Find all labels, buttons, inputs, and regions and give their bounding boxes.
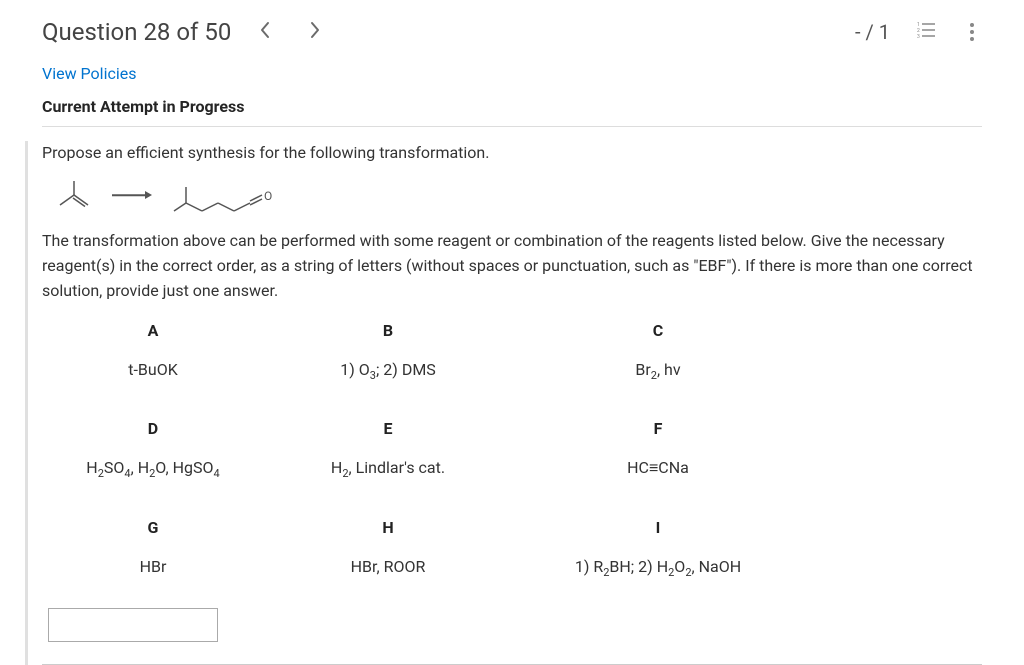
- reagent-formula: Br2, hv: [518, 360, 798, 379]
- reagent-C: C Br2, hv: [518, 321, 798, 379]
- header-bar: Question 28 of 50 - / 1 1 2 3: [0, 0, 1024, 64]
- reagent-D: D H2SO4, H2O, HgSO4: [48, 419, 258, 478]
- reagent-A: A t-BuOK: [48, 321, 258, 379]
- attempt-status: Current Attempt in Progress: [42, 97, 982, 116]
- header-right: - / 1 1 2 3: [855, 20, 982, 44]
- reagent-letter: I: [518, 518, 798, 537]
- question-prompt: Propose an efficient synthesis for the f…: [42, 141, 982, 165]
- reagent-formula: HBr, ROOR: [258, 557, 518, 576]
- svg-text:O: O: [264, 189, 272, 203]
- reagent-formula: 1) R2BH; 2) H2O2, NaOH: [518, 557, 798, 576]
- reagent-B: B 1) O3; 2) DMS: [258, 321, 518, 379]
- reaction-scheme: O: [52, 177, 982, 213]
- content-wrapper: View Policies Current Attempt in Progres…: [0, 64, 1024, 665]
- reagent-formula: HBr: [48, 557, 258, 576]
- reagent-H: H HBr, ROOR: [258, 518, 518, 576]
- reagent-letter: E: [258, 419, 518, 438]
- divider: [42, 126, 982, 127]
- svg-text:3: 3: [917, 34, 920, 40]
- reagent-I: I 1) R2BH; 2) H2O2, NaOH: [518, 518, 798, 576]
- question-body: Propose an efficient synthesis for the f…: [25, 141, 982, 665]
- reaction-arrow-icon: [112, 194, 152, 196]
- reagent-E: E H2, Lindlar's cat.: [258, 419, 518, 478]
- reagent-formula: H2, Lindlar's cat.: [258, 458, 518, 477]
- starting-material-structure: [52, 177, 96, 213]
- reagent-letter: A: [48, 321, 258, 340]
- reagent-G: G HBr: [48, 518, 258, 576]
- product-structure: O: [168, 177, 278, 213]
- reagent-letter: C: [518, 321, 798, 340]
- more-options-icon[interactable]: [962, 22, 982, 42]
- reagent-formula: H2SO4, H2O, HgSO4: [48, 458, 258, 477]
- reagent-letter: B: [258, 321, 518, 340]
- reagent-letter: G: [48, 518, 258, 537]
- prev-question-button[interactable]: [259, 21, 271, 44]
- answer-input-container: [48, 608, 982, 642]
- reagent-letter: H: [258, 518, 518, 537]
- reagent-letter: F: [518, 419, 798, 438]
- header-left: Question 28 of 50: [42, 18, 321, 46]
- answer-input[interactable]: [48, 608, 218, 642]
- reagent-formula: 1) O3; 2) DMS: [258, 360, 518, 379]
- reagent-letter: D: [48, 419, 258, 438]
- question-list-icon[interactable]: 1 2 3: [916, 20, 936, 44]
- reagent-F: F HC≡CNa: [518, 419, 798, 478]
- question-title: Question 28 of 50: [42, 18, 231, 46]
- view-policies-link[interactable]: View Policies: [42, 64, 136, 83]
- nav-arrows: [259, 21, 321, 44]
- question-instruction: The transformation above can be performe…: [42, 229, 982, 303]
- reagent-grid: A t-BuOK B 1) O3; 2) DMS C Br2, hv D H2S…: [48, 321, 982, 576]
- reagent-formula: HC≡CNa: [518, 458, 798, 478]
- next-question-button[interactable]: [309, 21, 321, 44]
- reagent-formula: t-BuOK: [48, 360, 258, 379]
- attempt-counter: - / 1: [855, 20, 890, 44]
